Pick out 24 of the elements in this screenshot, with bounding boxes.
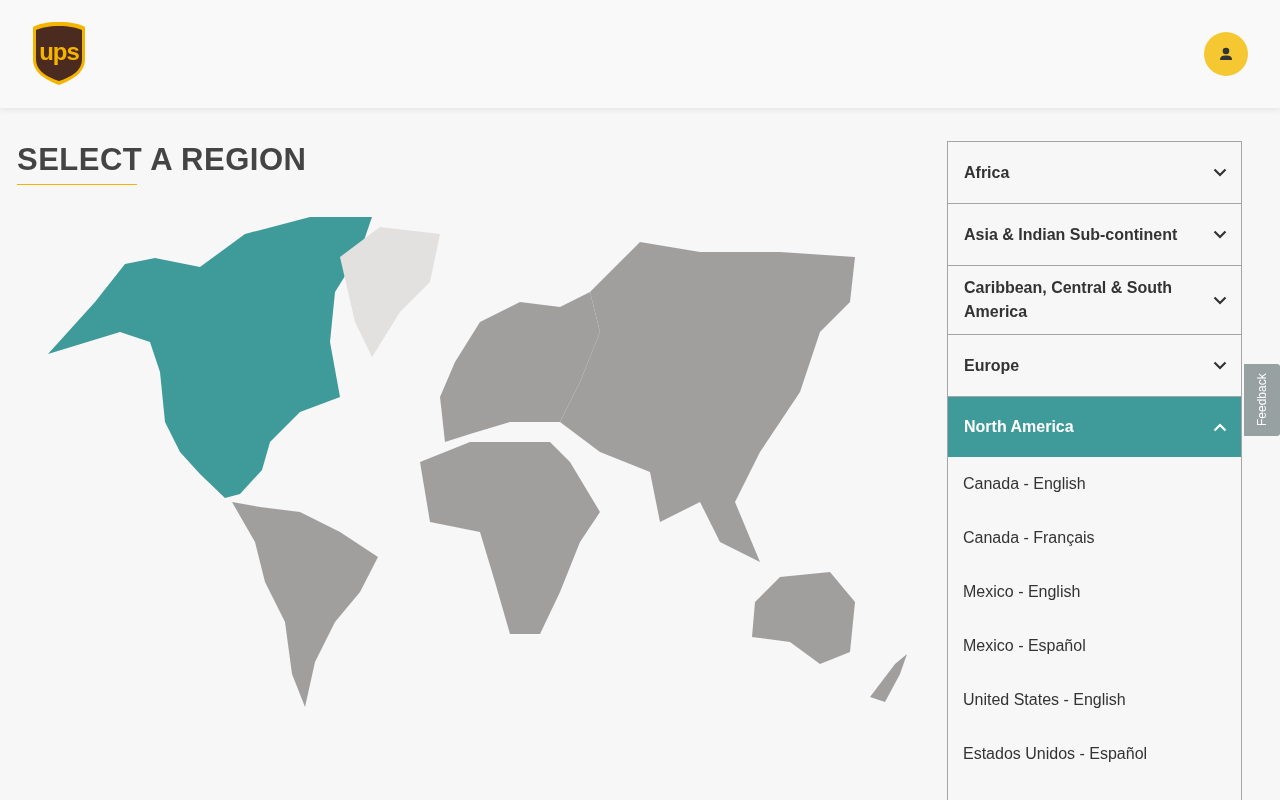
shield-icon <box>32 21 86 85</box>
page-title: SELECT A REGION <box>17 141 308 178</box>
europe-landmass[interactable] <box>440 292 600 442</box>
new-zealand-landmass[interactable] <box>870 654 907 702</box>
chevron-down-icon <box>1213 230 1227 239</box>
chevron-down-icon <box>1213 295 1227 305</box>
africa-landmass[interactable] <box>420 442 600 634</box>
account-button[interactable] <box>1204 32 1248 76</box>
australia-landmass[interactable] <box>752 572 855 664</box>
logo-text: ups <box>38 38 80 66</box>
country-link[interactable]: Mexico - English <box>948 565 1241 619</box>
chevron-up-icon <box>1213 422 1227 432</box>
country-link[interactable]: Canada - Français <box>948 511 1241 565</box>
country-link[interactable]: Canada - English <box>948 457 1241 511</box>
country-link[interactable]: Mexico - Español <box>948 619 1241 673</box>
chevron-down-icon <box>1213 361 1227 370</box>
ups-logo[interactable]: ups <box>32 21 86 85</box>
country-link[interactable]: United States - English <box>948 673 1241 727</box>
south-america-landmass[interactable] <box>232 502 378 707</box>
asia-landmass[interactable] <box>560 242 855 562</box>
country-link[interactable]: Estados Unidos - Español <box>948 727 1241 781</box>
chevron-down-icon <box>1213 168 1227 177</box>
north-america-landmass[interactable] <box>48 217 372 498</box>
user-icon <box>1219 47 1233 61</box>
